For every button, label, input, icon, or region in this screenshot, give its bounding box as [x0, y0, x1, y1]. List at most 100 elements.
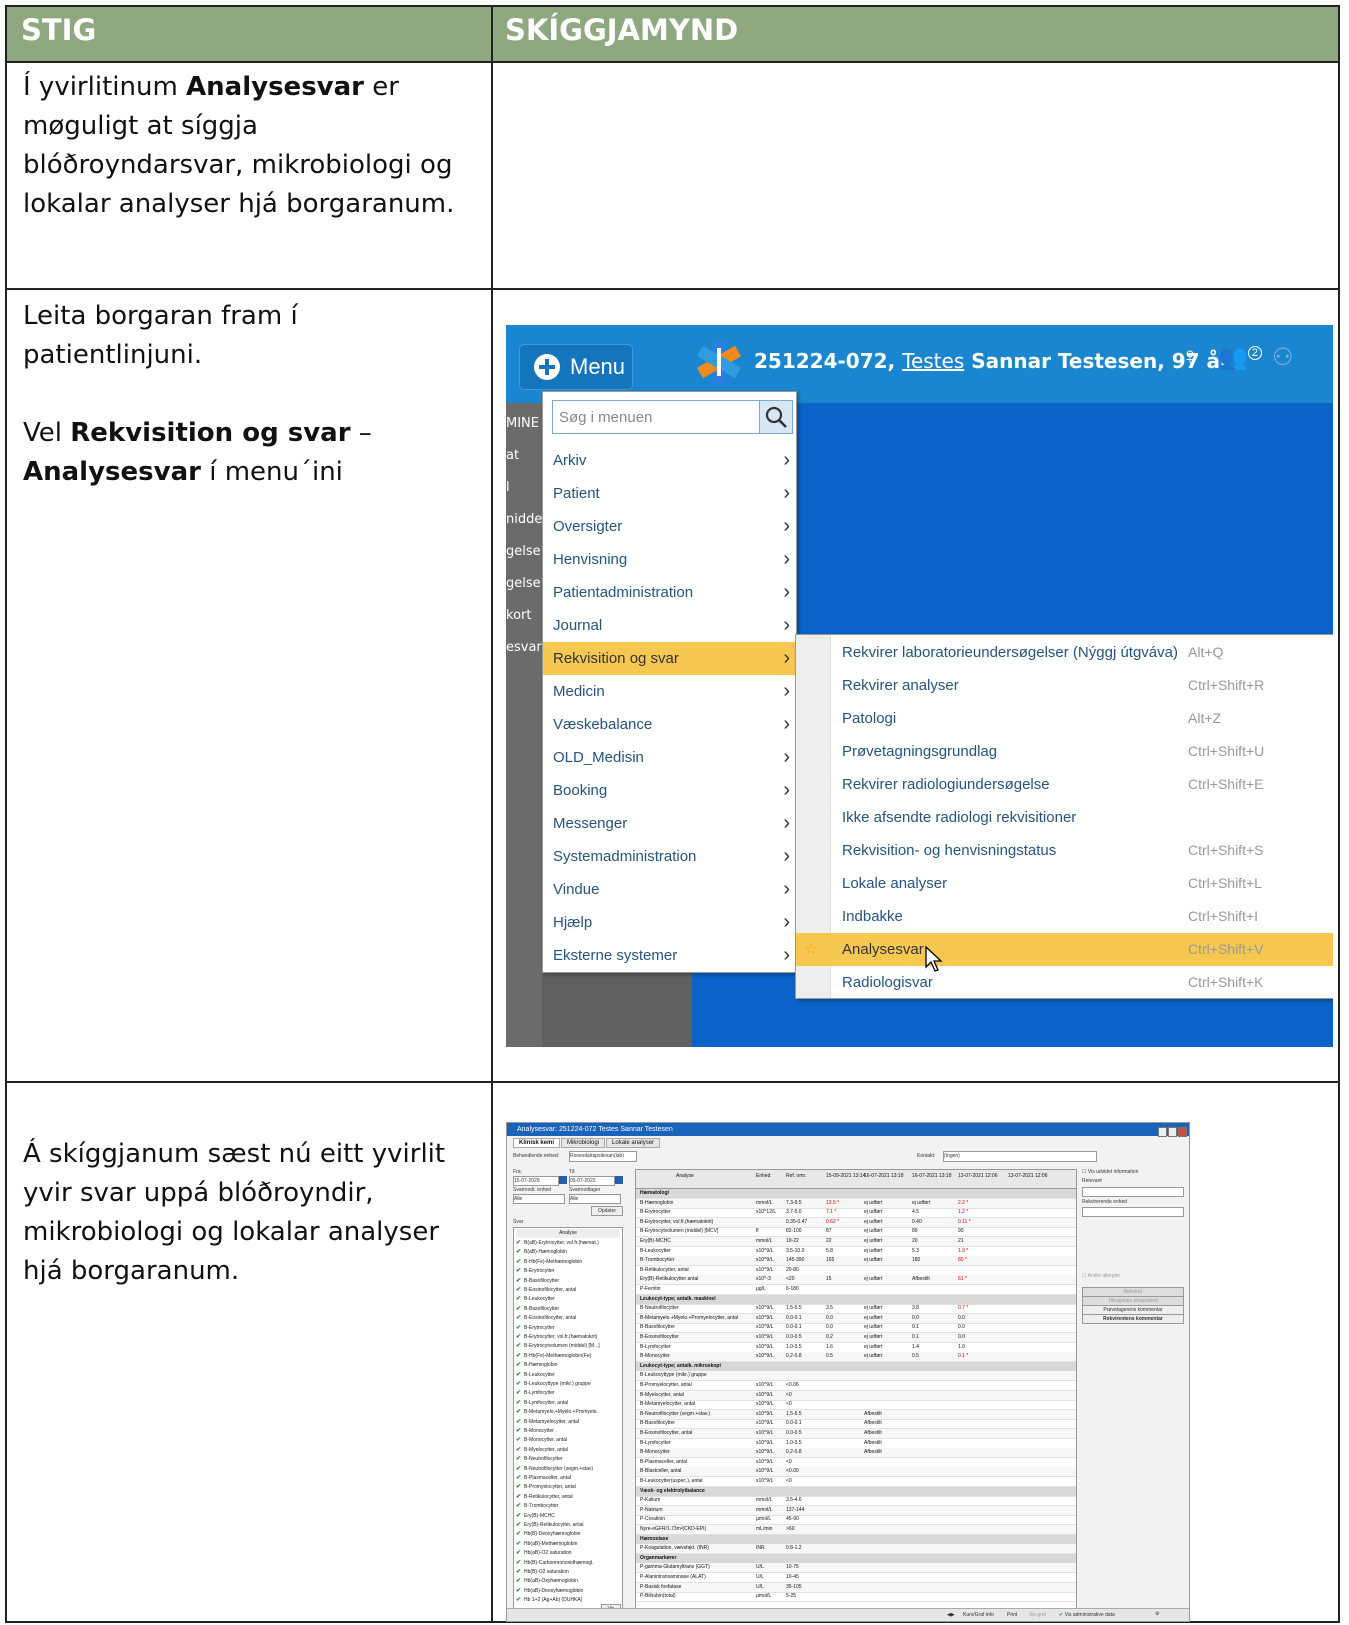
grid-column-header[interactable]: 16-07-2021 13:18: [912, 1173, 956, 1179]
table-row[interactable]: Ery(B)-Retikulocytter antal x10^-3 <20 15 ej…: [636, 1275, 1076, 1286]
menu-item[interactable]: Messenger ›: [543, 807, 796, 840]
left-nav-label[interactable]: gelse: [506, 536, 542, 568]
relevant-field[interactable]: [1082, 1187, 1184, 1197]
table-row[interactable]: B-Plasmaceller, antal x10^9/L <0: [636, 1458, 1076, 1468]
menu-item[interactable]: Væskebalance ›: [543, 708, 796, 741]
left-nav-label[interactable]: l: [506, 472, 542, 504]
analyse-list-item[interactable]: ✔ Hb(B)-O2 saturation: [516, 1568, 620, 1577]
analyse-list-item[interactable]: ✔ B-Neutrofilocytter: [516, 1455, 620, 1464]
check-icon[interactable]: ✔: [516, 1325, 521, 1331]
check-icon[interactable]: ✔: [516, 1588, 521, 1594]
check-icon[interactable]: ✔: [516, 1400, 521, 1406]
check-icon[interactable]: ✔: [516, 1287, 521, 1293]
table-row[interactable]: P-Basisk fosfatase U/L 35-105: [636, 1582, 1076, 1593]
minimize-icon[interactable]: [1158, 1127, 1167, 1137]
check-icon[interactable]: ✔: [516, 1513, 521, 1519]
table-row[interactable]: B-Metamyelo.+Myelo.+Promyelocytter, anta…: [636, 1313, 1076, 1324]
table-row[interactable]: B-Monocytter x10^9/L 0.2-0.8 0.5 ej udført 0.…: [636, 1352, 1076, 1363]
check-icon[interactable]: ✔: [516, 1447, 521, 1453]
check-icon[interactable]: ✔: [516, 1494, 521, 1500]
table-row[interactable]: P-Alanintransaminase (ALAT) U/L 10-45: [636, 1573, 1076, 1583]
grid-column-header[interactable]: Ref. omr.: [786, 1173, 830, 1179]
search-icon[interactable]: [759, 400, 793, 434]
settings-icon[interactable]: ⚙: [1155, 1611, 1159, 1617]
analyse-list-item[interactable]: ✔ B-Erytrocytter, vol.fr.(hæmatokrit): [516, 1333, 620, 1342]
person-icon[interactable]: ⚇: [1272, 343, 1294, 372]
analyse-list-item[interactable]: ✔ Ery(B)-MCHC: [516, 1512, 620, 1521]
table-row[interactable]: B-Leukocytter x10^9/L 3.5-10.0 5.8 ej udført…: [636, 1247, 1076, 1257]
submenu-item[interactable]: Radiologisvar Ctrl+Shift+K: [796, 966, 1333, 999]
check-icon[interactable]: ✔: [516, 1578, 521, 1584]
submenu-item[interactable]: Rekvirer laboratorieundersøgelser (Nýggj…: [796, 636, 1333, 669]
table-row[interactable]: P-Creatinin µmol/L 45-90: [636, 1515, 1076, 1526]
submenu-item[interactable]: Patologi Alt+Z: [796, 702, 1333, 735]
check-icon[interactable]: ✔: [516, 1484, 521, 1490]
check-icon[interactable]: ✔: [516, 1381, 521, 1387]
table-row[interactable]: P-Natrium mmol/L 137-144: [636, 1505, 1076, 1516]
table-row[interactable]: B-Promyelocytter, antal x10^9/L <0.06: [636, 1381, 1076, 1391]
menu-item[interactable]: Eksterne systemer ›: [543, 939, 796, 972]
menu-item[interactable]: Vindue ›: [543, 873, 796, 906]
calendar-icon[interactable]: [615, 1176, 623, 1184]
menu-item[interactable]: Systemadministration ›: [543, 840, 796, 873]
submenu-item[interactable]: Prøvetagningsgrundlag Ctrl+Shift+U: [796, 735, 1333, 768]
check-icon[interactable]: ✔: [516, 1296, 521, 1302]
menu-item[interactable]: Oversigter ›: [543, 510, 796, 543]
submenu-item[interactable]: Indbakke Ctrl+Shift+I: [796, 900, 1333, 933]
analyse-list-item[interactable]: ✔ B-Basofilocytter: [516, 1277, 620, 1286]
check-icon[interactable]: ✔: [516, 1259, 521, 1265]
check-icon[interactable]: ✔: [516, 1541, 521, 1547]
check-icon[interactable]: ✔: [516, 1343, 521, 1349]
check-icon[interactable]: ✔: [516, 1466, 521, 1472]
analyse-list-item[interactable]: ✔ B-Neutrofilocytter (segm.+stav): [516, 1465, 620, 1474]
rekvirerende-field[interactable]: [1082, 1207, 1184, 1217]
analyse-list-item[interactable]: ✔ B(aB)-Hæmoglobin: [516, 1248, 620, 1257]
analyse-list-item[interactable]: ✔ B-Metamyelo.+Myelo.+Promyelo.: [516, 1408, 620, 1417]
behandlende-select[interactable]: Ronesitalrapsitexan(lab): [569, 1151, 637, 1162]
check-icon[interactable]: ✔: [516, 1531, 521, 1537]
andre-checkbox[interactable]: ☐ Andre allergier: [1082, 1273, 1120, 1279]
female-icon[interactable]: ♀: [1181, 343, 1199, 371]
analyse-list-item[interactable]: ✔ B-Monocytter: [516, 1427, 620, 1436]
submenu-item[interactable]: Rekvisition- og henvisningstatus Ctrl+Shi…: [796, 834, 1333, 867]
nav-arrows-icon[interactable]: ◀▶: [947, 1612, 955, 1618]
analyse-list-item[interactable]: ✔ B-Erytrocytter: [516, 1267, 620, 1276]
table-row[interactable]: B-Myelocytter, antal x10^9/L <0: [636, 1390, 1076, 1401]
kontakt-select[interactable]: (Ingen): [943, 1151, 1097, 1162]
table-row[interactable]: B-Neutrofilocytter (segm.+stav.) x10^9/L 1…: [636, 1409, 1076, 1420]
analyse-list-item[interactable]: ✔ B(aB)-Erytrocytter, vol.fr.(hæmat.): [516, 1239, 620, 1248]
table-row[interactable]: B-Eosinofilocytter x10^9/L 0.0-0.5 0.2 ej ud…: [636, 1333, 1076, 1343]
star-icon[interactable]: ☆: [804, 933, 817, 966]
grid-section-row[interactable]: Hæmostase: [636, 1534, 1076, 1545]
analyse-list-item[interactable]: ✔ B-Leukocyttype (mikr.) gruppe: [516, 1380, 620, 1389]
check-icon[interactable]: ✔: [516, 1353, 521, 1359]
submenu-item[interactable]: Rekvirer analyser Ctrl+Shift+R: [796, 669, 1333, 702]
analyse-list-item[interactable]: ✔ B-Leukocytter: [516, 1295, 620, 1304]
table-row[interactable]: B-Eosinofilocytter, antal x10^9/L 0.0-0.5 A…: [636, 1429, 1076, 1439]
grid-column-header[interactable]: 16-07-2021 13:18: [864, 1173, 908, 1179]
vis-graf-button[interactable]: Vis graf: [1029, 1612, 1046, 1618]
analyse-list-item[interactable]: ✔ B-Plasmaceller, antal: [516, 1474, 620, 1483]
analyse-list-item[interactable]: ✔ Hb(aB)-O2 saturation: [516, 1549, 620, 1558]
grid-column-header[interactable]: Analyse: [676, 1173, 720, 1179]
print-button[interactable]: Print: [1007, 1612, 1017, 1618]
table-row[interactable]: P-Kalium mmol/L 3.5-4.6: [636, 1496, 1076, 1507]
check-icon[interactable]: ✔: [516, 1278, 521, 1284]
close-icon[interactable]: [1178, 1127, 1187, 1137]
tab-klinisk-kemi[interactable]: Klinisk kemi: [513, 1138, 561, 1148]
left-nav-label[interactable]: gelse: [506, 568, 542, 600]
analyse-list-item[interactable]: ✔ B-Basofilocytter: [516, 1305, 620, 1314]
til-date-input[interactable]: 05-07-2022: [569, 1176, 615, 1186]
analyse-list-item[interactable]: ✔ Hb(aB)-Deoxyhæmoglobin: [516, 1587, 620, 1596]
menu-item[interactable]: Hjælp ›: [543, 906, 796, 939]
analyse-list-item[interactable]: ✔ Hb(B)-Deoxyhæmoglobin: [516, 1530, 620, 1539]
patient-line[interactable]: 251224-072, Testes Sannar Testesen, 97 å…: [754, 349, 1230, 373]
patient-first-name[interactable]: Testes: [902, 349, 964, 373]
table-row[interactable]: B-Basofilocytter x10^9/L 0.0-0.1 Afbestilt: [636, 1419, 1076, 1430]
left-nav-label[interactable]: kort: [506, 600, 542, 632]
analyse-list-item[interactable]: ✔ B-Retikulocytter, antal: [516, 1493, 620, 1502]
grid-section-row[interactable]: Organmarkører: [636, 1553, 1076, 1564]
vis-admin-checkbox[interactable]: ✔ Vis administrative data: [1059, 1612, 1115, 1618]
table-row[interactable]: P-gamma-Glutamyltrans (GGT) U/L 10-75: [636, 1563, 1076, 1574]
left-nav-label[interactable]: MINE: [506, 408, 542, 440]
